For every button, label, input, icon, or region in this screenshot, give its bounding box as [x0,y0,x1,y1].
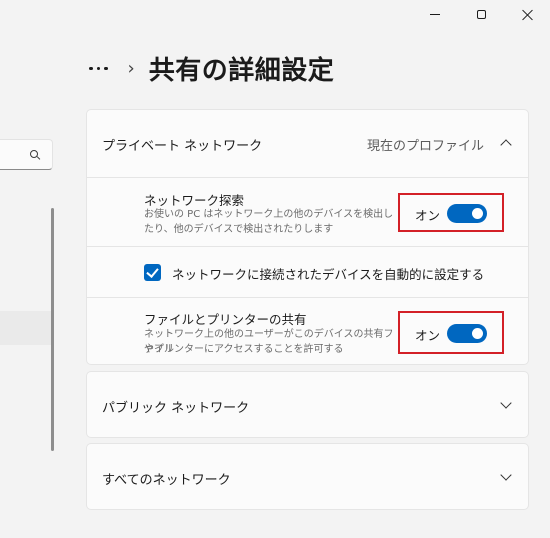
chevron-right-icon: › [127,58,135,79]
chevron-down-icon[interactable] [500,469,512,481]
all-networks-header[interactable]: すべてのネットワーク [87,444,528,511]
nav-scrollbar[interactable] [51,208,54,451]
auto-setup-checkbox[interactable] [144,264,161,281]
network-discovery-highlight: オン [398,193,504,232]
current-profile-label: 現在のプロファイル [366,139,484,154]
network-discovery-desc-line2: たり、他のデバイスで検出されたりします [144,224,334,235]
network-discovery-desc-line1: お使いの PC はネットワーク上の他のデバイスを検出し [144,209,394,220]
maximize-icon [476,9,486,19]
file-sharing-desc-line2: やプリンターにアクセスすることを許可する [144,344,344,355]
nav-selected-item[interactable] [0,311,53,345]
search-input[interactable] [0,139,53,170]
file-sharing-highlight: オン [398,311,504,354]
network-discovery-state: オン [415,208,441,223]
divider [87,177,528,178]
public-network-label: パブリック ネットワーク [102,401,250,416]
check-icon [146,265,159,278]
file-sharing-state: オン [415,328,441,343]
auto-setup-label[interactable]: ネットワークに接続されたデバイスを自動的に設定する [172,264,484,283]
public-network-card[interactable]: パブリック ネットワーク [86,371,529,438]
page-title: 共有の詳細設定 [148,56,335,86]
chevron-down-icon[interactable] [500,397,512,409]
public-network-header[interactable]: パブリック ネットワーク [87,372,528,439]
toggle-knob [472,208,483,219]
private-network-label: プライベート ネットワーク [102,139,263,154]
network-discovery-toggle[interactable] [447,204,487,223]
private-network-header[interactable]: プライベート ネットワーク 現在のプロファイル [87,110,528,177]
toggle-knob [472,328,483,339]
private-network-card: プライベート ネットワーク 現在のプロファイル ネットワーク探索 お使いの PC… [86,109,529,365]
breadcrumb: › 共有の詳細設定 [89,50,334,87]
close-button[interactable] [504,0,550,28]
divider [87,297,528,298]
search-icon[interactable] [30,150,41,160]
all-networks-card[interactable]: すべてのネットワーク [86,443,529,510]
close-icon [522,9,533,20]
divider [87,246,528,247]
minimize-icon [430,13,440,15]
file-sharing-toggle[interactable] [447,324,487,343]
more-icon[interactable] [89,66,108,71]
file-sharing-title: ファイルとプリンターの共有 [144,312,307,327]
minimize-button[interactable] [412,0,458,28]
chevron-up-icon[interactable] [500,139,512,151]
all-networks-label: すべてのネットワーク [102,473,231,488]
maximize-button[interactable] [458,0,504,28]
window-controls [412,0,550,28]
